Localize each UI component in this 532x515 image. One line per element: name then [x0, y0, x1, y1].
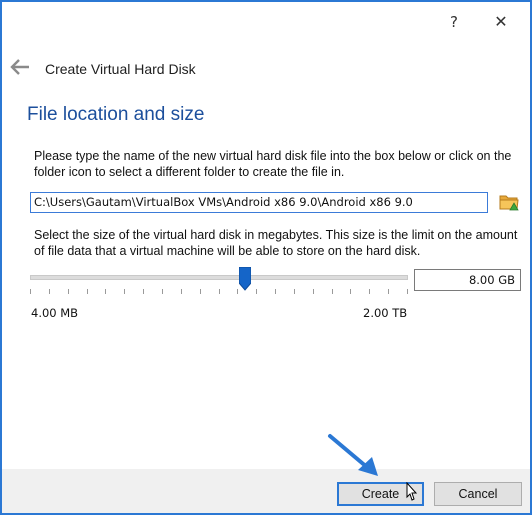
help-button[interactable]: ? [439, 10, 469, 34]
folder-icon[interactable] [498, 191, 520, 213]
slider-tick [30, 289, 31, 294]
file-path-input[interactable]: C:\Users\Gautam\VirtualBox VMs\Android x… [30, 192, 488, 213]
page-title: File location and size [27, 104, 205, 125]
disk-size-slider[interactable] [30, 265, 408, 295]
disk-size-input[interactable]: 8.00 GB [414, 269, 521, 291]
size-description: Select the size of the virtual hard disk… [34, 228, 518, 258]
wizard-title: Create Virtual Hard Disk [45, 61, 196, 77]
slider-thumb[interactable] [238, 266, 252, 291]
slider-tick [87, 289, 88, 294]
slider-tick [237, 289, 238, 294]
annotation-arrow-icon [324, 432, 384, 478]
create-virtual-hard-disk-window: ? ✕ Create Virtual Hard Disk File locati… [0, 0, 532, 515]
slider-tick [162, 289, 163, 294]
slider-track[interactable] [30, 275, 408, 280]
slider-tick [105, 289, 106, 294]
slider-tick [124, 289, 125, 294]
cancel-button[interactable]: Cancel [434, 482, 522, 506]
slider-tick [68, 289, 69, 294]
slider-tick [294, 289, 295, 294]
slider-tick [143, 289, 144, 294]
slider-tick [350, 289, 351, 294]
slider-tick [313, 289, 314, 294]
slider-tick [181, 289, 182, 294]
slider-tick [407, 289, 408, 294]
slider-tick [388, 289, 389, 294]
slider-tick [256, 289, 257, 294]
slider-tick [49, 289, 50, 294]
slider-tick [200, 289, 201, 294]
slider-max-label: 2.00 TB [363, 306, 408, 320]
close-button[interactable]: ✕ [486, 10, 516, 34]
slider-tick [369, 289, 370, 294]
location-description: Please type the name of the new virtual … [34, 149, 512, 179]
slider-tick [219, 289, 220, 294]
mouse-cursor-icon [404, 481, 420, 504]
slider-tick [275, 289, 276, 294]
back-arrow-icon[interactable] [10, 57, 32, 77]
slider-min-label: 4.00 MB [31, 306, 79, 320]
slider-tick [332, 289, 333, 294]
title-bar: ? ✕ [2, 2, 530, 42]
